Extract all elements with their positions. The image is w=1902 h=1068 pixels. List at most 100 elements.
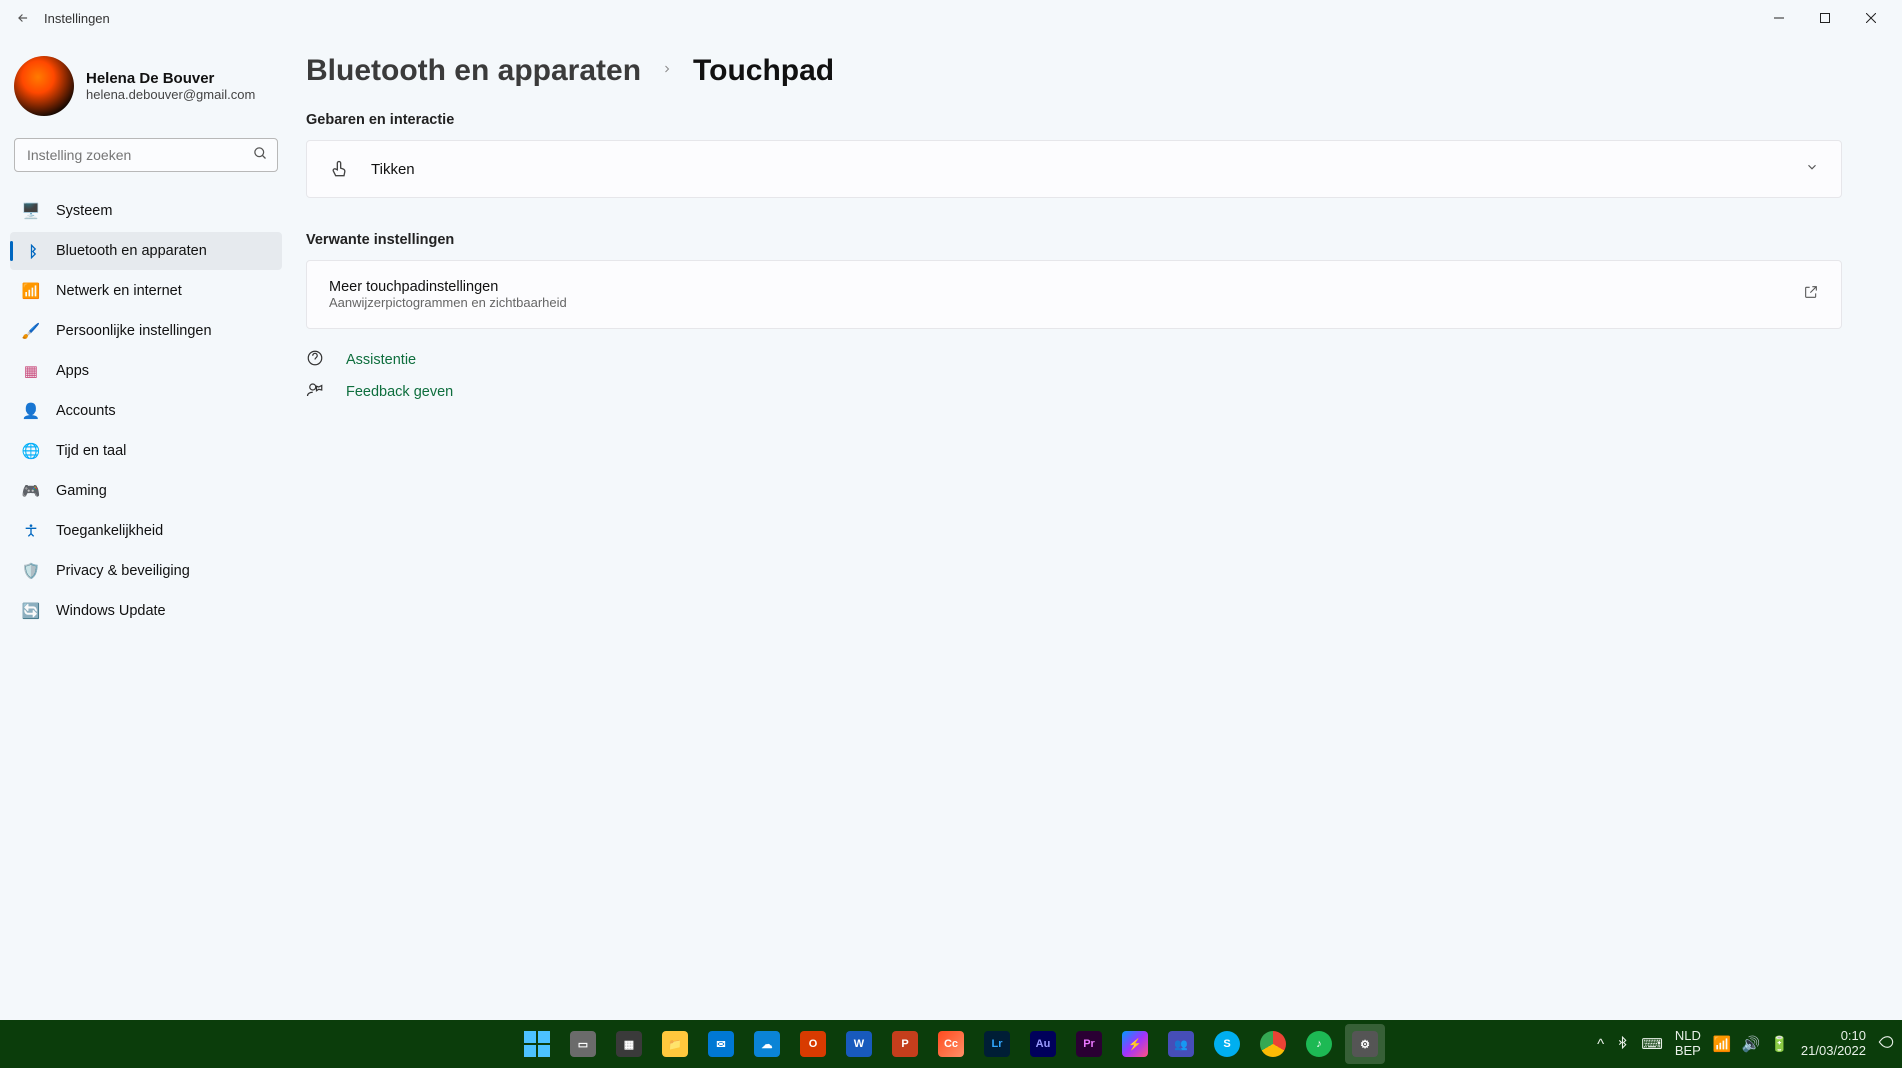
person-icon: 👤 [22,402,40,420]
taskbar-messenger[interactable]: ⚡ [1115,1024,1155,1064]
tray-date: 21/03/2022 [1801,1044,1866,1059]
nav-gaming[interactable]: 🎮 Gaming [10,472,282,510]
taskbar-creative-cloud[interactable]: Cc [931,1024,971,1064]
card-title: Meer touchpadinstellingen [329,279,567,295]
tray-notifications-icon[interactable] [1878,1034,1894,1054]
tray-volume-icon: 🔊 [1742,1035,1761,1053]
wifi-icon: 📶 [22,282,40,300]
refresh-icon: 🔄 [22,602,40,620]
titlebar: Instellingen [0,0,1902,36]
monitor-icon: 🖥️ [22,202,40,220]
link-label: Assistentie [346,352,416,368]
maximize-button[interactable] [1802,3,1848,33]
tray-lang1: NLD [1675,1029,1701,1044]
section-related-heading: Verwante instellingen [306,232,1842,248]
nav-accounts[interactable]: 👤 Accounts [10,392,282,430]
window-controls [1756,3,1894,33]
nav-label: Privacy & beveiliging [56,563,190,579]
search-container [14,138,278,172]
nav-label: Tijd en taal [56,443,126,459]
gamepad-icon: 🎮 [22,482,40,500]
main-content: Bluetooth en apparaten Touchpad Gebaren … [292,36,1902,1020]
brush-icon: 🖌️ [22,322,40,340]
nav-privacy[interactable]: 🛡️ Privacy & beveiliging [10,552,282,590]
nav-label: Persoonlijke instellingen [56,323,212,339]
taskbar-office[interactable]: O [793,1024,833,1064]
avatar [14,56,74,116]
taskbar-mail[interactable]: ✉ [701,1024,741,1064]
profile-block[interactable]: Helena De Bouver helena.debouver@gmail.c… [10,48,282,138]
card-more-touchpad[interactable]: Meer touchpadinstellingen Aanwijzerpicto… [306,260,1842,329]
taskbar-explorer[interactable]: 📁 [655,1024,695,1064]
feedback-icon [306,381,326,403]
tray-quick-settings[interactable]: 📶 🔊 🔋 [1713,1035,1789,1053]
taskbar-settings[interactable]: ⚙ [1345,1024,1385,1064]
link-help[interactable]: Assistentie [306,349,1842,371]
search-input[interactable] [14,138,278,172]
shield-icon: 🛡️ [22,562,40,580]
card-label: Tikken [371,161,415,178]
tray-input-icon[interactable]: ⌨ [1641,1035,1663,1053]
accessibility-icon [22,522,40,540]
taskbar-powerpoint[interactable]: P [885,1024,925,1064]
nav-list: 🖥️ Systeem Bluetooth en apparaten 📶 Netw… [10,192,282,630]
close-button[interactable] [1848,3,1894,33]
tray-time: 0:10 [1841,1029,1866,1044]
taskbar-lightroom[interactable]: Lr [977,1024,1017,1064]
taskbar-spotify[interactable]: ♪ [1299,1024,1339,1064]
back-button[interactable] [8,3,38,33]
taskbar-calculator[interactable]: ▦ [609,1024,649,1064]
window-title: Instellingen [44,11,110,26]
taskbar-chrome[interactable] [1253,1024,1293,1064]
profile-name: Helena De Bouver [86,70,255,87]
taskbar-start[interactable] [517,1024,557,1064]
tray-wifi-icon: 📶 [1713,1035,1732,1053]
breadcrumb-current: Touchpad [693,54,834,88]
chevron-down-icon [1805,160,1819,179]
nav-network[interactable]: 📶 Netwerk en internet [10,272,282,310]
nav-time[interactable]: 🌐 Tijd en taal [10,432,282,470]
apps-icon: ▦ [22,362,40,380]
tray-clock[interactable]: 0:10 21/03/2022 [1801,1029,1866,1059]
taskbar-skype[interactable]: S [1207,1024,1247,1064]
breadcrumb-parent[interactable]: Bluetooth en apparaten [306,54,641,88]
chevron-right-icon [661,62,673,80]
taskbar-taskview[interactable]: ▭ [563,1024,603,1064]
nav-label: Accounts [56,403,116,419]
system-tray: ^ ⌨ NLD BEP 📶 🔊 🔋 0:10 21/03/2022 [1597,1029,1902,1059]
nav-update[interactable]: 🔄 Windows Update [10,592,282,630]
nav-bluetooth[interactable]: Bluetooth en apparaten [10,232,282,270]
bluetooth-icon [22,242,40,260]
tray-chevron-icon[interactable]: ^ [1597,1036,1604,1053]
tray-battery-icon: 🔋 [1770,1035,1789,1053]
tap-icon [329,159,349,179]
card-taps[interactable]: Tikken [306,140,1842,198]
nav-system[interactable]: 🖥️ Systeem [10,192,282,230]
nav-label: Systeem [56,203,112,219]
nav-label: Netwerk en internet [56,283,182,299]
taskbar-teams[interactable]: 👥 [1161,1024,1201,1064]
nav-personalization[interactable]: 🖌️ Persoonlijke instellingen [10,312,282,350]
tray-bluetooth-icon[interactable] [1616,1036,1629,1053]
sidebar: Helena De Bouver helena.debouver@gmail.c… [0,36,292,1020]
link-feedback[interactable]: Feedback geven [306,381,1842,403]
globe-icon: 🌐 [22,442,40,460]
nav-label: Gaming [56,483,107,499]
breadcrumb: Bluetooth en apparaten Touchpad [306,54,1842,88]
taskbar-word[interactable]: W [839,1024,879,1064]
nav-apps[interactable]: ▦ Apps [10,352,282,390]
profile-email: helena.debouver@gmail.com [86,87,255,102]
link-label: Feedback geven [346,384,453,400]
tray-lang2: BEP [1675,1044,1701,1059]
tray-language[interactable]: NLD BEP [1675,1029,1701,1059]
taskbar-audition[interactable]: Au [1023,1024,1063,1064]
taskbar-center: ▭ ▦ 📁 ✉ ☁ O W P Cc Lr Au Pr ⚡ 👥 S ♪ ⚙ [517,1024,1385,1064]
section-gestures-heading: Gebaren en interactie [306,112,1842,128]
minimize-button[interactable] [1756,3,1802,33]
nav-label: Windows Update [56,603,166,619]
nav-label: Apps [56,363,89,379]
nav-accessibility[interactable]: Toegankelijkheid [10,512,282,550]
taskbar: ▭ ▦ 📁 ✉ ☁ O W P Cc Lr Au Pr ⚡ 👥 S ♪ ⚙ ^ … [0,1020,1902,1068]
taskbar-premiere[interactable]: Pr [1069,1024,1109,1064]
taskbar-onedrive[interactable]: ☁ [747,1024,787,1064]
